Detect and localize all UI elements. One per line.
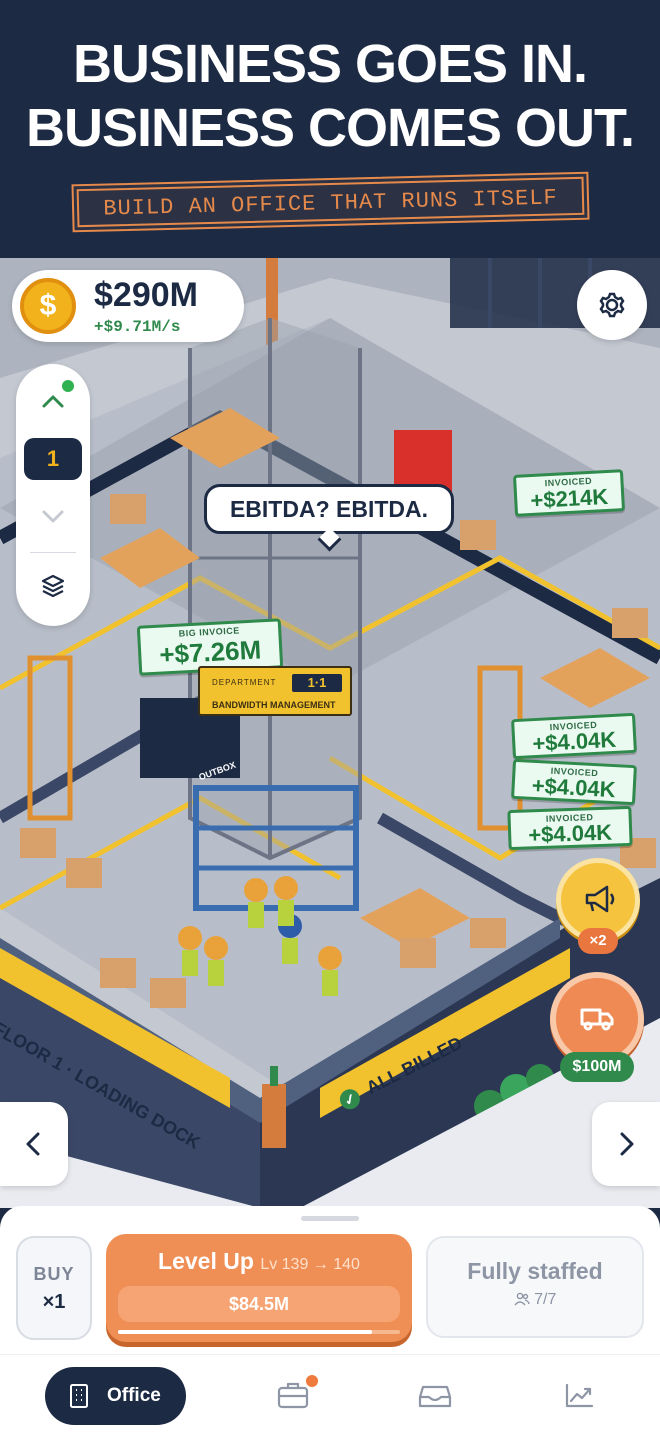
drag-handle[interactable] [301, 1216, 359, 1221]
floor-down-button[interactable] [16, 496, 90, 536]
staff-count-row: 7/7 [428, 1291, 642, 1309]
layers-icon [41, 574, 65, 598]
tab-office-label: Office [107, 1385, 161, 1406]
divider [30, 552, 76, 553]
gear-icon [599, 292, 625, 318]
settings-button[interactable] [577, 270, 647, 340]
next-area-button[interactable] [592, 1102, 660, 1186]
speech-bubble: EBITDA? EBITDA. [204, 484, 454, 534]
bottom-tab-bar: Office [0, 1354, 660, 1434]
department-code: 1·1 [292, 674, 342, 692]
level-up-title: Level Up Lv 139 → 140 [106, 1248, 412, 1275]
previous-area-button[interactable] [0, 1102, 68, 1186]
promo-header: BUSINESS GOES IN. BUSINESS COMES OUT. BU… [0, 0, 660, 258]
truck-icon [580, 1008, 614, 1031]
level-progress-bar [118, 1330, 400, 1334]
level-range: Lv 139 → 140 [260, 1256, 360, 1273]
buy-label: BUY [33, 1264, 75, 1284]
invoice-amount: +$214K [529, 483, 609, 514]
chart-trend-icon [565, 1383, 594, 1408]
money-total: $290M [94, 276, 198, 314]
chevron-left-icon [26, 1132, 40, 1156]
invoice-amount: +$4.04K [531, 726, 617, 757]
invoice-popup: INVOICED +$4.04K [511, 712, 637, 760]
layers-button[interactable] [16, 564, 90, 608]
buy-quantity-button[interactable]: BUY ×1 [16, 1236, 92, 1340]
truck-price-badge: $100M [560, 1052, 634, 1082]
headline-line-2: BUSINESS COMES OUT. [25, 98, 635, 158]
chevron-down-icon [42, 510, 64, 523]
tagline: BUILD AN OFFICE THAT RUNS ITSELF [103, 185, 559, 222]
staff-status: Fully staffed [467, 1258, 603, 1284]
level-up-button[interactable]: Level Up Lv 139 → 140 $84.5M [106, 1234, 412, 1342]
building-icon [70, 1384, 88, 1408]
floor-selector: 1 [16, 364, 90, 626]
tab-inbox[interactable] [410, 1373, 460, 1417]
coin-icon: $ [20, 278, 76, 334]
staffing-status-button[interactable]: Fully staffed 7/7 [426, 1236, 644, 1338]
department-sign[interactable]: DEPARTMENT 1·1 BANDWIDTH MANAGEMENT [198, 666, 352, 716]
level-progress-fill [118, 1330, 372, 1334]
inbox-icon [418, 1385, 452, 1408]
income-rate: +$9.71M/s [94, 318, 181, 336]
chevron-right-icon [620, 1132, 634, 1156]
tab-stats[interactable] [554, 1373, 604, 1417]
notification-dot [62, 380, 74, 392]
money-display[interactable]: $ $290M +$9.71M/s [12, 270, 244, 342]
department-label: DEPARTMENT [212, 678, 277, 687]
megaphone-icon [585, 885, 615, 913]
people-icon [514, 1292, 530, 1306]
invoice-amount: +$7.26M [158, 634, 262, 670]
action-panel: BUY ×1 Level Up Lv 139 → 140 $84.5M Full… [0, 1206, 660, 1356]
buy-quantity: ×1 [42, 1291, 66, 1313]
level-up-price: $84.5M [118, 1286, 400, 1322]
headline-line-1: BUSINESS GOES IN. [72, 34, 588, 94]
invoice-popup: INVOICED +$4.04K [507, 805, 633, 851]
level-up-label: Level Up [158, 1248, 254, 1274]
tab-office[interactable]: Office [45, 1367, 186, 1425]
department-name: BANDWIDTH MANAGEMENT [212, 700, 336, 710]
floor-up-button[interactable] [16, 382, 90, 422]
current-floor: 1 [24, 438, 82, 480]
boost-multiplier-badge: ×2 [578, 928, 618, 954]
tab-business[interactable] [268, 1373, 318, 1417]
chevron-up-icon [42, 395, 64, 408]
notification-badge [306, 1375, 318, 1387]
tagline-stamp: BUILD AN OFFICE THAT RUNS ITSELF [71, 171, 590, 233]
invoice-popup: INVOICED +$4.04K [511, 758, 637, 806]
invoice-amount: +$4.04K [527, 819, 613, 848]
staff-count: 7/7 [534, 1291, 557, 1308]
invoice-popup: INVOICED +$214K [512, 469, 626, 517]
invoice-amount: +$4.04K [531, 772, 617, 803]
